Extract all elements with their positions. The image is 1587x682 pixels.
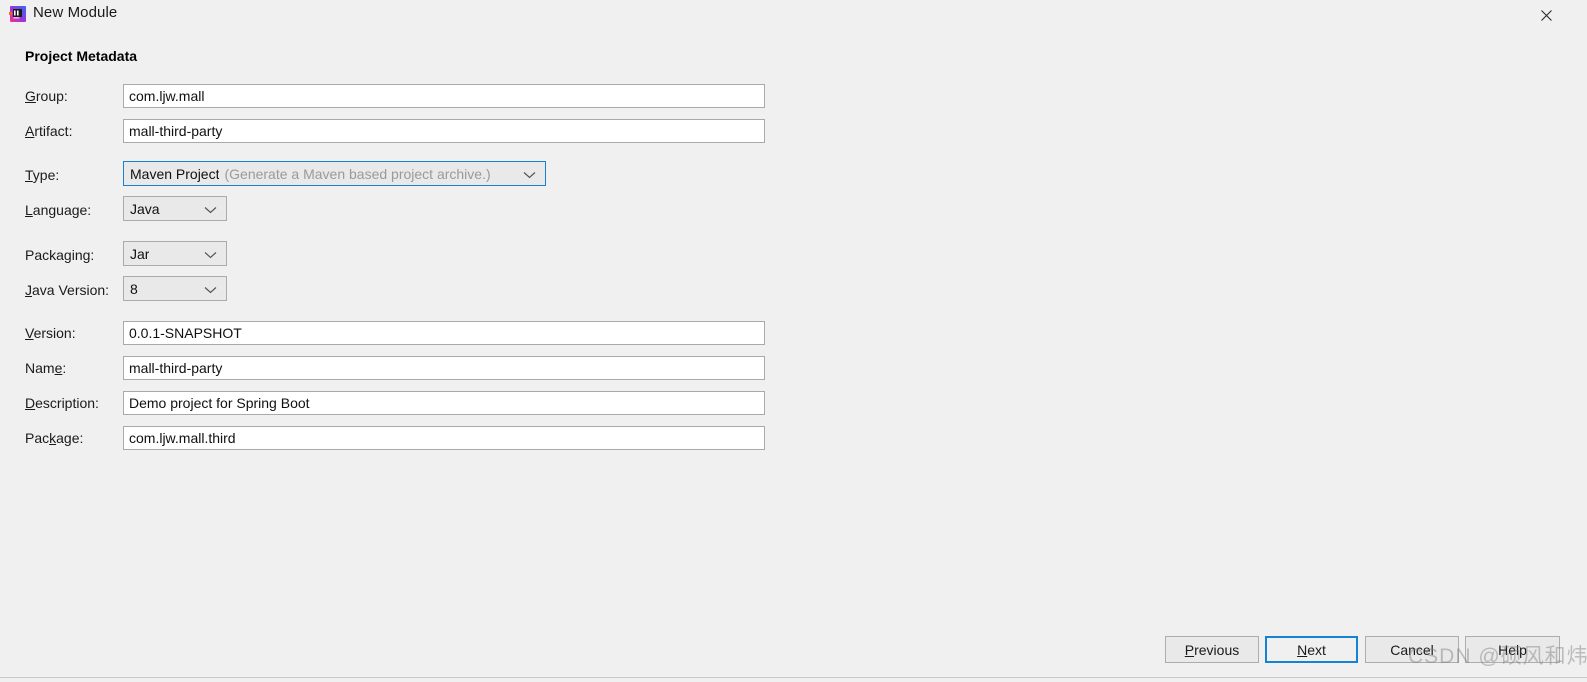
footer-divider bbox=[0, 677, 1587, 678]
label-type: Type: bbox=[25, 167, 59, 183]
help-button-label: Help bbox=[1498, 641, 1527, 658]
label-artifact: Artifact: bbox=[25, 123, 72, 139]
label-description: Description: bbox=[25, 395, 99, 411]
artifact-input[interactable] bbox=[123, 119, 765, 143]
cancel-button[interactable]: Cancel bbox=[1365, 636, 1459, 663]
next-button[interactable]: Next bbox=[1265, 636, 1358, 663]
type-dropdown-value: Maven Project bbox=[130, 165, 220, 182]
package-input[interactable] bbox=[123, 426, 765, 450]
label-package-text: age: bbox=[56, 430, 84, 446]
label-description-text: escription: bbox=[35, 395, 99, 411]
packaging-dropdown[interactable]: Jar bbox=[123, 241, 227, 266]
label-version-text: ersion: bbox=[33, 325, 76, 341]
next-button-label: ext bbox=[1307, 641, 1326, 658]
label-group-mnemonic: G bbox=[25, 88, 36, 104]
window-title: New Module bbox=[33, 4, 118, 21]
label-version: Version: bbox=[25, 325, 76, 341]
description-input[interactable] bbox=[123, 391, 765, 415]
label-packaging-mnemonic: g bbox=[63, 247, 72, 263]
intellij-idea-icon bbox=[9, 5, 27, 23]
java-version-dropdown-value: 8 bbox=[130, 280, 138, 297]
type-dropdown[interactable]: Maven Project (Generate a Maven based pr… bbox=[123, 161, 546, 186]
label-packaging-pre: Packa bbox=[25, 247, 64, 263]
previous-button[interactable]: Previous bbox=[1165, 636, 1259, 663]
label-language: Language: bbox=[25, 202, 91, 218]
label-artifact-text: rtifact: bbox=[34, 123, 73, 139]
language-dropdown-value: Java bbox=[130, 200, 160, 217]
previous-button-mnemonic: P bbox=[1184, 641, 1195, 658]
label-description-mnemonic: D bbox=[25, 395, 36, 411]
label-language-text: anguage: bbox=[32, 202, 92, 218]
next-button-mnemonic: N bbox=[1297, 641, 1308, 658]
label-artifact-mnemonic: A bbox=[25, 123, 35, 139]
label-java-version: Java Version: bbox=[25, 282, 109, 298]
label-packaging: Packaging: bbox=[25, 247, 94, 263]
label-java-version-text: ava Version: bbox=[32, 282, 110, 298]
label-name: Name: bbox=[25, 360, 66, 376]
help-button[interactable]: Help bbox=[1465, 636, 1560, 663]
label-type-mnemonic: T bbox=[25, 167, 33, 183]
packaging-dropdown-value: Jar bbox=[130, 245, 150, 262]
label-version-mnemonic: V bbox=[25, 325, 34, 341]
label-package-pre: Pac bbox=[25, 430, 50, 446]
label-packaging-text: ing: bbox=[71, 247, 95, 263]
group-input[interactable] bbox=[123, 84, 765, 108]
label-package: Package: bbox=[25, 430, 83, 446]
label-name-pre: Nam bbox=[25, 360, 55, 376]
label-type-text: ype: bbox=[32, 167, 60, 183]
java-version-dropdown[interactable]: 8 bbox=[123, 276, 227, 301]
name-input[interactable] bbox=[123, 356, 765, 380]
label-language-mnemonic: L bbox=[25, 202, 33, 218]
language-dropdown[interactable]: Java bbox=[123, 196, 227, 221]
close-icon[interactable] bbox=[1531, 0, 1561, 30]
chevron-down-icon bbox=[204, 201, 217, 217]
previous-button-label: revious bbox=[1194, 641, 1240, 658]
chevron-down-icon bbox=[204, 281, 217, 297]
version-input[interactable] bbox=[123, 321, 765, 345]
label-java-version-mnemonic: J bbox=[25, 282, 32, 298]
type-dropdown-hint: (Generate a Maven based project archive.… bbox=[224, 165, 491, 182]
cancel-button-label: Cancel bbox=[1390, 641, 1434, 658]
chevron-down-icon bbox=[204, 246, 217, 262]
label-group-text: roup: bbox=[35, 88, 68, 104]
label-group: Group: bbox=[25, 88, 68, 104]
title-bar: New Module bbox=[0, 0, 1587, 30]
chevron-down-icon bbox=[523, 166, 536, 182]
page-title: Project Metadata bbox=[25, 48, 138, 64]
label-name-text: : bbox=[62, 360, 67, 376]
